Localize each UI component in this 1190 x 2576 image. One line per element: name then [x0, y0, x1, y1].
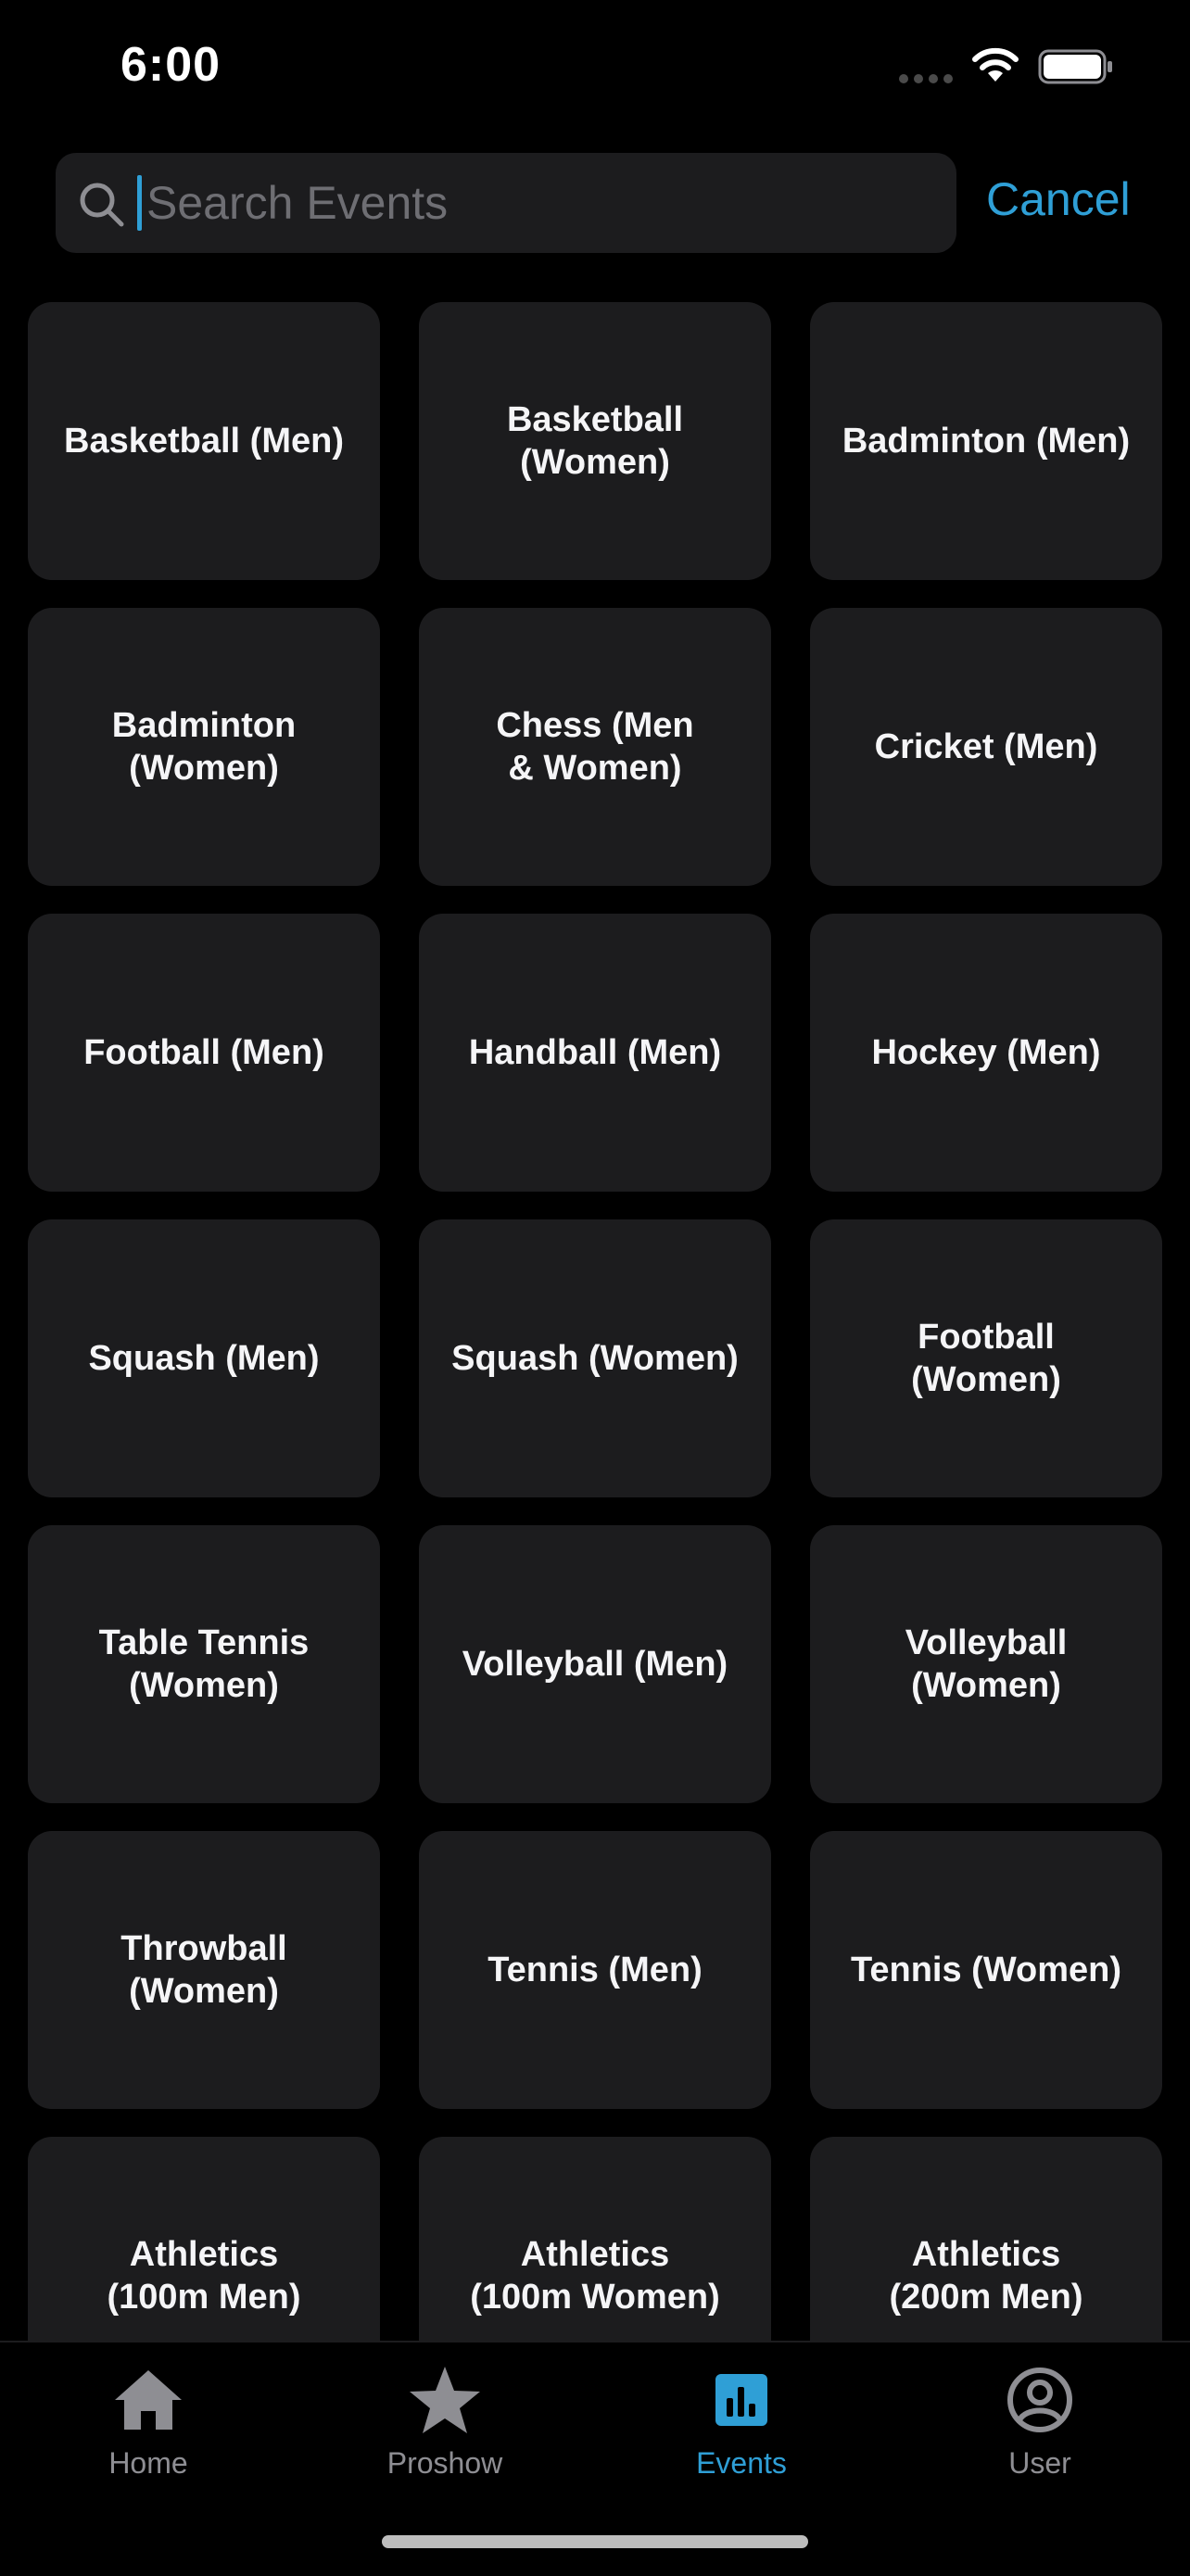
search-input[interactable]	[139, 153, 943, 253]
event-label: Handball (Men)	[468, 1033, 722, 1072]
event-label: Chess (Men & Women)	[496, 706, 694, 788]
user-circle-icon	[1007, 2368, 1072, 2432]
event-tile[interactable]: Table Tennis (Women)	[28, 1525, 380, 1803]
tab-label: User	[1008, 2446, 1071, 2480]
event-tile[interactable]: Football (Women)	[810, 1219, 1162, 1497]
event-tile[interactable]: Basketball (Men)	[28, 302, 380, 580]
wifi-icon	[972, 47, 1019, 82]
event-label: Badminton (Men)	[842, 422, 1131, 461]
event-label: Hockey (Men)	[871, 1033, 1101, 1072]
event-tile[interactable]: Athletics (100m Men)	[28, 2137, 380, 2341]
status-time: 6:00	[120, 38, 222, 92]
event-label: Basketball (Women)	[506, 400, 684, 482]
event-label: Football (Women)	[911, 1318, 1061, 1399]
text-cursor	[137, 175, 142, 231]
event-label: Tennis (Men)	[487, 1951, 703, 1989]
event-tile[interactable]: Football (Men)	[28, 914, 380, 1192]
tab-events[interactable]: Events	[649, 2361, 834, 2500]
event-label: Basketball (Men)	[64, 422, 344, 461]
event-label: Badminton (Women)	[111, 706, 297, 788]
house-icon	[115, 2370, 182, 2430]
tab-label: Events	[696, 2446, 787, 2480]
event-tile[interactable]: Squash (Women)	[419, 1219, 771, 1497]
event-label: Squash (Women)	[451, 1339, 739, 1378]
event-tile[interactable]: Chess (Men & Women)	[419, 608, 771, 886]
event-tile[interactable]: Tennis (Women)	[810, 1831, 1162, 2109]
event-label: Tennis (Women)	[850, 1951, 1122, 1989]
search-bar[interactable]	[56, 153, 956, 253]
event-tile[interactable]: Basketball (Women)	[419, 302, 771, 580]
status-bar: 6:00	[0, 0, 1190, 139]
home-indicator	[382, 2535, 808, 2548]
event-label: Volleyball (Women)	[905, 1623, 1068, 1705]
event-label: Athletics (200m Men)	[889, 2235, 1083, 2317]
event-label: Athletics (100m Women)	[470, 2235, 720, 2317]
event-label: Throwball (Women)	[120, 1929, 287, 2011]
event-label: Squash (Men)	[88, 1339, 320, 1378]
event-tile[interactable]: Squash (Men)	[28, 1219, 380, 1497]
event-label: Volleyball (Men)	[462, 1645, 728, 1684]
tab-proshow[interactable]: Proshow	[352, 2361, 538, 2500]
bar-chart-icon	[715, 2374, 767, 2426]
cancel-button[interactable]: Cancel	[986, 167, 1131, 232]
event-tile[interactable]: Badminton (Women)	[28, 608, 380, 886]
search-icon	[80, 183, 124, 227]
event-label: Cricket (Men)	[874, 727, 1098, 766]
event-label: Table Tennis (Women)	[98, 1623, 310, 1705]
event-tile[interactable]: Hockey (Men)	[810, 914, 1162, 1192]
event-tile[interactable]: Tennis (Men)	[419, 1831, 771, 2109]
tab-label: Home	[108, 2446, 188, 2480]
tab-label: Proshow	[386, 2446, 503, 2480]
event-tile[interactable]: Throwball (Women)	[28, 1831, 380, 2109]
event-tile[interactable]: Badminton (Men)	[810, 302, 1162, 580]
event-tile[interactable]: Athletics (200m Men)	[810, 2137, 1162, 2341]
event-tile[interactable]: Volleyball (Men)	[419, 1525, 771, 1803]
event-label: Football (Men)	[83, 1033, 324, 1072]
event-tile[interactable]: Cricket (Men)	[810, 608, 1162, 886]
star-icon	[410, 2367, 480, 2433]
event-tile[interactable]: Volleyball (Women)	[810, 1525, 1162, 1803]
cellular-signal-icon	[899, 74, 953, 83]
tab-home[interactable]: Home	[56, 2361, 241, 2500]
event-tile[interactable]: Athletics (100m Women)	[419, 2137, 771, 2341]
tab-user[interactable]: User	[947, 2361, 1133, 2500]
event-label: Athletics (100m Men)	[107, 2235, 301, 2317]
event-tile[interactable]: Handball (Men)	[419, 914, 771, 1192]
battery-icon	[1038, 49, 1112, 84]
events-grid: Basketball (Men) Basketball (Women) Badmin…	[28, 302, 1162, 2341]
